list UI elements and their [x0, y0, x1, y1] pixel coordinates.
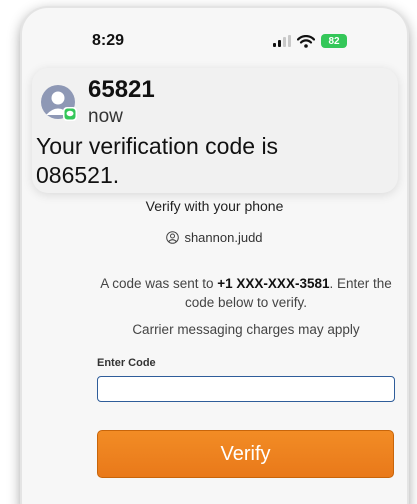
notification-time: now — [88, 106, 123, 127]
cellular-signal-icon — [273, 35, 291, 47]
status-time: 8:29 — [92, 32, 125, 49]
status-icons: 82 — [273, 34, 347, 48]
verify-button[interactable]: Verify — [97, 430, 394, 478]
code-field-label: Enter Code — [97, 357, 156, 369]
verification-code-input[interactable] — [97, 376, 395, 402]
sms-notification[interactable]: 65821 now Your verification code is 0865… — [32, 68, 398, 193]
charges-note: Carrier messaging charges may apply — [132, 322, 360, 337]
contact-avatar-icon — [41, 85, 77, 121]
user-circle-icon — [166, 231, 180, 244]
code-sent-prefix: A code was sent to — [100, 276, 218, 291]
screenshot: 8:29 82 65821 now Your verification code… — [0, 0, 417, 504]
code-sent-message: A code was sent to +1 XXX-XXX-3581. Ente… — [96, 274, 396, 312]
notification-message: Your verification code is 086521. — [36, 133, 279, 188]
page-title: Verify with your phone — [145, 198, 284, 214]
phone-number: +1 XXX-XXX-3581 — [217, 276, 330, 291]
username: shannon.judd — [184, 230, 263, 245]
battery-icon: 82 — [321, 34, 347, 48]
notification-sender: 65821 — [88, 76, 155, 103]
wifi-icon — [297, 34, 315, 48]
username-row: shannon.judd — [22, 230, 407, 245]
phone-screen: 8:29 82 65821 now Your verification code… — [22, 8, 407, 504]
status-bar: 8:29 82 — [22, 8, 407, 58]
